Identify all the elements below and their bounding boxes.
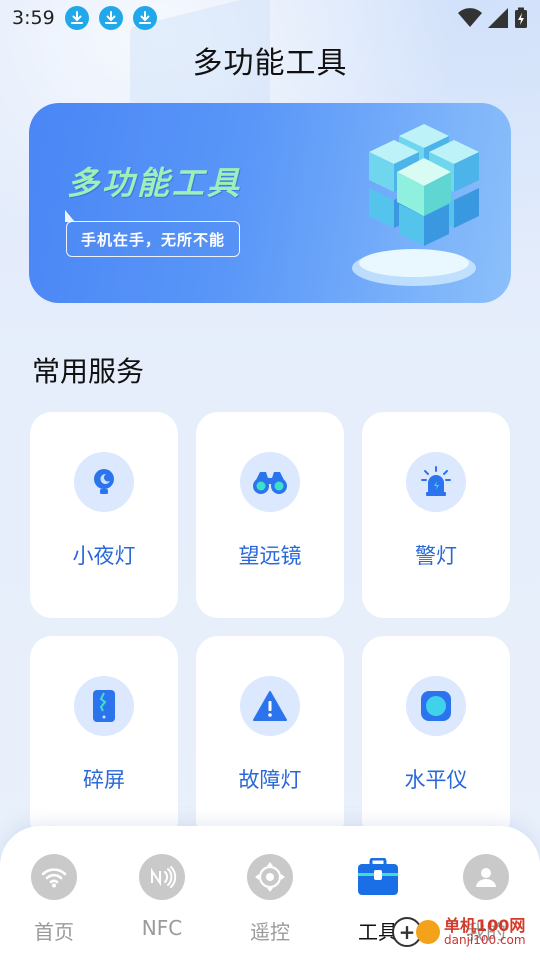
alarm-light-icon (406, 452, 466, 512)
download-icon (98, 6, 123, 30)
section-title: 常用服务 (32, 355, 145, 388)
page-title: 多功能工具 (192, 46, 348, 81)
watermark-url: danji100.com (444, 933, 526, 947)
broken-screen-icon (74, 676, 134, 736)
service-tile-level[interactable]: 水平仪 (362, 636, 510, 842)
watermark-text: 单机100网 danji100.com (444, 916, 526, 947)
service-tile-hazard-light[interactable]: 故障灯 (196, 636, 344, 842)
service-tile-alarm-light[interactable]: 警灯 (362, 412, 510, 618)
signal-icon (488, 8, 508, 28)
service-tile-night-light[interactable]: 小夜灯 (30, 412, 178, 618)
wifi-icon (31, 854, 77, 900)
download-icon (64, 6, 89, 30)
service-label: 警灯 (415, 544, 457, 568)
banner-title: 多功能工具 (67, 164, 243, 202)
cube-illustration (352, 124, 479, 286)
wifi-icon (458, 8, 482, 27)
battery-charging-icon (515, 7, 527, 28)
service-label: 碎屏 (83, 768, 125, 792)
service-label: 小夜灯 (72, 544, 136, 568)
warning-triangle-icon (240, 676, 300, 736)
orange-circle-logo (416, 920, 440, 944)
binoculars-icon (240, 452, 300, 512)
service-label: 水平仪 (404, 768, 468, 792)
banner-slogan: 手机在手，无所不能 (64, 210, 241, 257)
nav-label: 首页 (34, 920, 74, 944)
nfc-icon (139, 854, 185, 900)
status-icons (458, 7, 528, 29)
nav-item-remote[interactable]: 遥控 (220, 854, 320, 945)
service-tile-binoculars[interactable]: 望远镜 (196, 412, 344, 618)
user-icon (463, 854, 509, 900)
remote-icon (247, 854, 293, 900)
site-watermark: + 单机100网 danji100.com (392, 912, 540, 952)
toolbox-icon (355, 854, 401, 900)
nav-label: NFC (141, 916, 183, 940)
level-icon (406, 676, 466, 736)
nav-item-nfc[interactable]: NFC (112, 854, 212, 940)
nav-item-home[interactable]: 首页 (4, 854, 104, 945)
status-bar: 3:59 (0, 0, 540, 36)
nav-label: 遥控 (250, 920, 290, 944)
download-icon (132, 6, 157, 30)
status-time: 3:59 (12, 7, 55, 29)
service-label: 故障灯 (238, 768, 302, 792)
service-label: 望远镜 (238, 544, 302, 568)
service-tile-broken-screen[interactable]: 碎屏 (30, 636, 178, 842)
watermark-name: 单机100网 (444, 916, 526, 935)
promo-banner[interactable]: 多功能工具 手机在手，无所不能 (29, 103, 511, 303)
night-light-icon (74, 452, 134, 512)
